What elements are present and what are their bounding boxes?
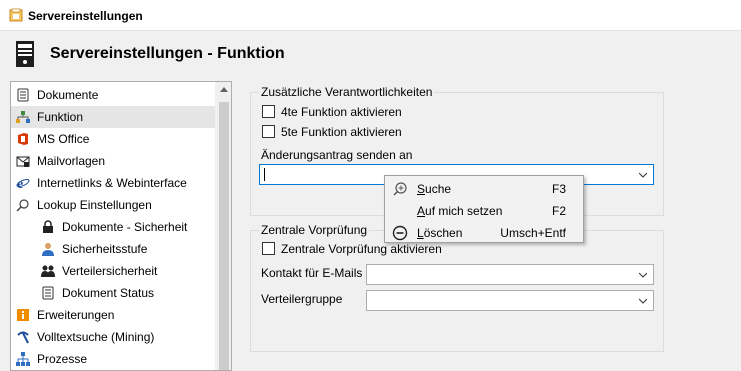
sidebar-item-sicherheitsstufe[interactable]: Sicherheitsstufe	[11, 238, 215, 260]
sidebar-item-internetlinks[interactable]: e Internetlinks & Webinterface	[11, 172, 215, 194]
chevron-down-icon[interactable]	[639, 297, 647, 305]
pickaxe-icon	[17, 331, 29, 344]
menu-item-suche[interactable]: Suche F3	[386, 178, 582, 200]
settings-tree[interactable]: Dokumente Funktion MS Office Mailvorlage…	[10, 81, 232, 371]
sidebar-item-funktion[interactable]: Funktion	[11, 106, 215, 128]
app-icon	[9, 8, 23, 22]
sidebar-item-dokument-status[interactable]: Dokument Status	[11, 282, 215, 304]
sidebar-item-label: MS Office	[37, 132, 90, 146]
sidebar-item-label: Internetlinks & Webinterface	[37, 176, 187, 190]
sidebar-item-label: Verteilersicherheit	[62, 264, 158, 278]
sidebar-item-mailvorlagen[interactable]: Mailvorlagen	[11, 150, 215, 172]
sidebar-item-label: Volltextsuche (Mining)	[37, 330, 155, 344]
checkbox-zentrale-vorpruefung-label[interactable]: Zentrale Vorprüfung aktivieren	[281, 242, 442, 256]
distribution-group-combobox[interactable]	[366, 290, 654, 311]
menu-item-label: Löschen	[417, 226, 463, 240]
checkbox-4te-funktion[interactable]	[262, 105, 275, 118]
sidebar-item-label: Dokumente	[37, 88, 99, 102]
sidebar-item-prozesse[interactable]: Prozesse	[11, 348, 215, 370]
window-title: Servereinstellungen	[28, 9, 143, 23]
chevron-down-icon[interactable]	[639, 271, 647, 279]
org-chart-icon	[16, 111, 30, 123]
checkbox-5te-funktion-label[interactable]: 5te Funktion aktivieren	[281, 125, 402, 139]
office-icon	[18, 133, 28, 145]
context-menu: Suche F3 Auf mich setzen F2 Löschen Umsc…	[384, 175, 584, 243]
process-icon	[16, 352, 30, 366]
sidebar-item-dokumente[interactable]: Dokumente	[11, 84, 215, 106]
sidebar-item-ms-office[interactable]: MS Office	[11, 128, 215, 150]
menu-item-label: Suche	[417, 182, 452, 196]
sidebar-item-label: Sicherheitsstufe	[62, 242, 148, 256]
user-icon	[42, 243, 54, 256]
sidebar-scrollbar[interactable]	[215, 82, 231, 370]
sidebar-item-label: Mailvorlagen	[37, 154, 106, 168]
distribution-group-label: Verteilergruppe	[261, 292, 343, 306]
menu-item-shortcut: F2	[551, 204, 566, 218]
page-header: Servereinstellungen - Funktion	[0, 32, 741, 76]
chevron-down-icon[interactable]	[639, 171, 647, 179]
sidebar-item-label: Erweiterungen	[37, 308, 115, 322]
sidebar-item-label: Dokument Status	[62, 286, 155, 300]
sidebar-item-label: Funktion	[37, 110, 84, 124]
page-title: Servereinstellungen - Funktion	[50, 45, 285, 62]
sidebar-item-verteilersicherheit[interactable]: Verteilersicherheit	[11, 260, 215, 282]
menu-item-loeschen[interactable]: Löschen Umsch+Entf	[386, 222, 582, 244]
menu-item-auf-mich-setzen[interactable]: Auf mich setzen F2	[386, 200, 582, 222]
checkbox-5te-funktion[interactable]	[262, 125, 275, 138]
document-list-icon	[17, 88, 29, 102]
group-precheck-title: Zentrale Vorprüfung	[259, 223, 370, 237]
lock-icon	[43, 220, 53, 233]
sidebar-item-label: Lookup Einstellungen	[37, 198, 152, 212]
users-icon	[41, 265, 55, 277]
scroll-up-arrow-icon[interactable]	[220, 87, 228, 92]
sidebar-item-label: Dokumente - Sicherheit	[62, 220, 188, 234]
checkbox-4te-funktion-label[interactable]: 4te Funktion aktivieren	[281, 105, 402, 119]
extensions-icon	[17, 309, 29, 321]
sidebar-item-label: Prozesse	[37, 352, 88, 366]
contact-email-label: Kontakt für E-Mails	[261, 266, 363, 280]
checkbox-zentrale-vorpruefung[interactable]	[262, 242, 275, 255]
menu-item-shortcut: Umsch+Entf	[500, 226, 566, 240]
mail-template-icon	[16, 156, 30, 167]
sidebar-item-dokumente-sicherheit[interactable]: Dokumente - Sicherheit	[11, 216, 215, 238]
sidebar-item-erweiterungen[interactable]: Erweiterungen	[11, 304, 215, 326]
group-responsibilities-title: Zusätzliche Verantwortlichkeiten	[259, 85, 435, 99]
menu-item-label: Auf mich setzen	[417, 204, 503, 218]
server-icon	[16, 41, 34, 67]
document-status-icon	[42, 286, 54, 300]
change-request-label: Änderungsantrag senden an	[261, 148, 413, 162]
sidebar-item-volltextsuche[interactable]: Volltextsuche (Mining)	[11, 326, 215, 348]
title-bar: Servereinstellungen	[0, 0, 741, 31]
menu-item-shortcut: F3	[551, 182, 566, 196]
scrollbar-thumb[interactable]	[219, 102, 229, 370]
text-cursor	[264, 168, 265, 181]
search-add-icon	[393, 182, 407, 196]
sidebar-item-lookup[interactable]: Lookup Einstellungen	[11, 194, 215, 216]
internet-explorer-icon: e	[16, 177, 30, 190]
contact-email-combobox[interactable]	[366, 264, 654, 285]
magnifier-icon	[16, 199, 29, 212]
delete-circle-icon	[392, 225, 408, 241]
